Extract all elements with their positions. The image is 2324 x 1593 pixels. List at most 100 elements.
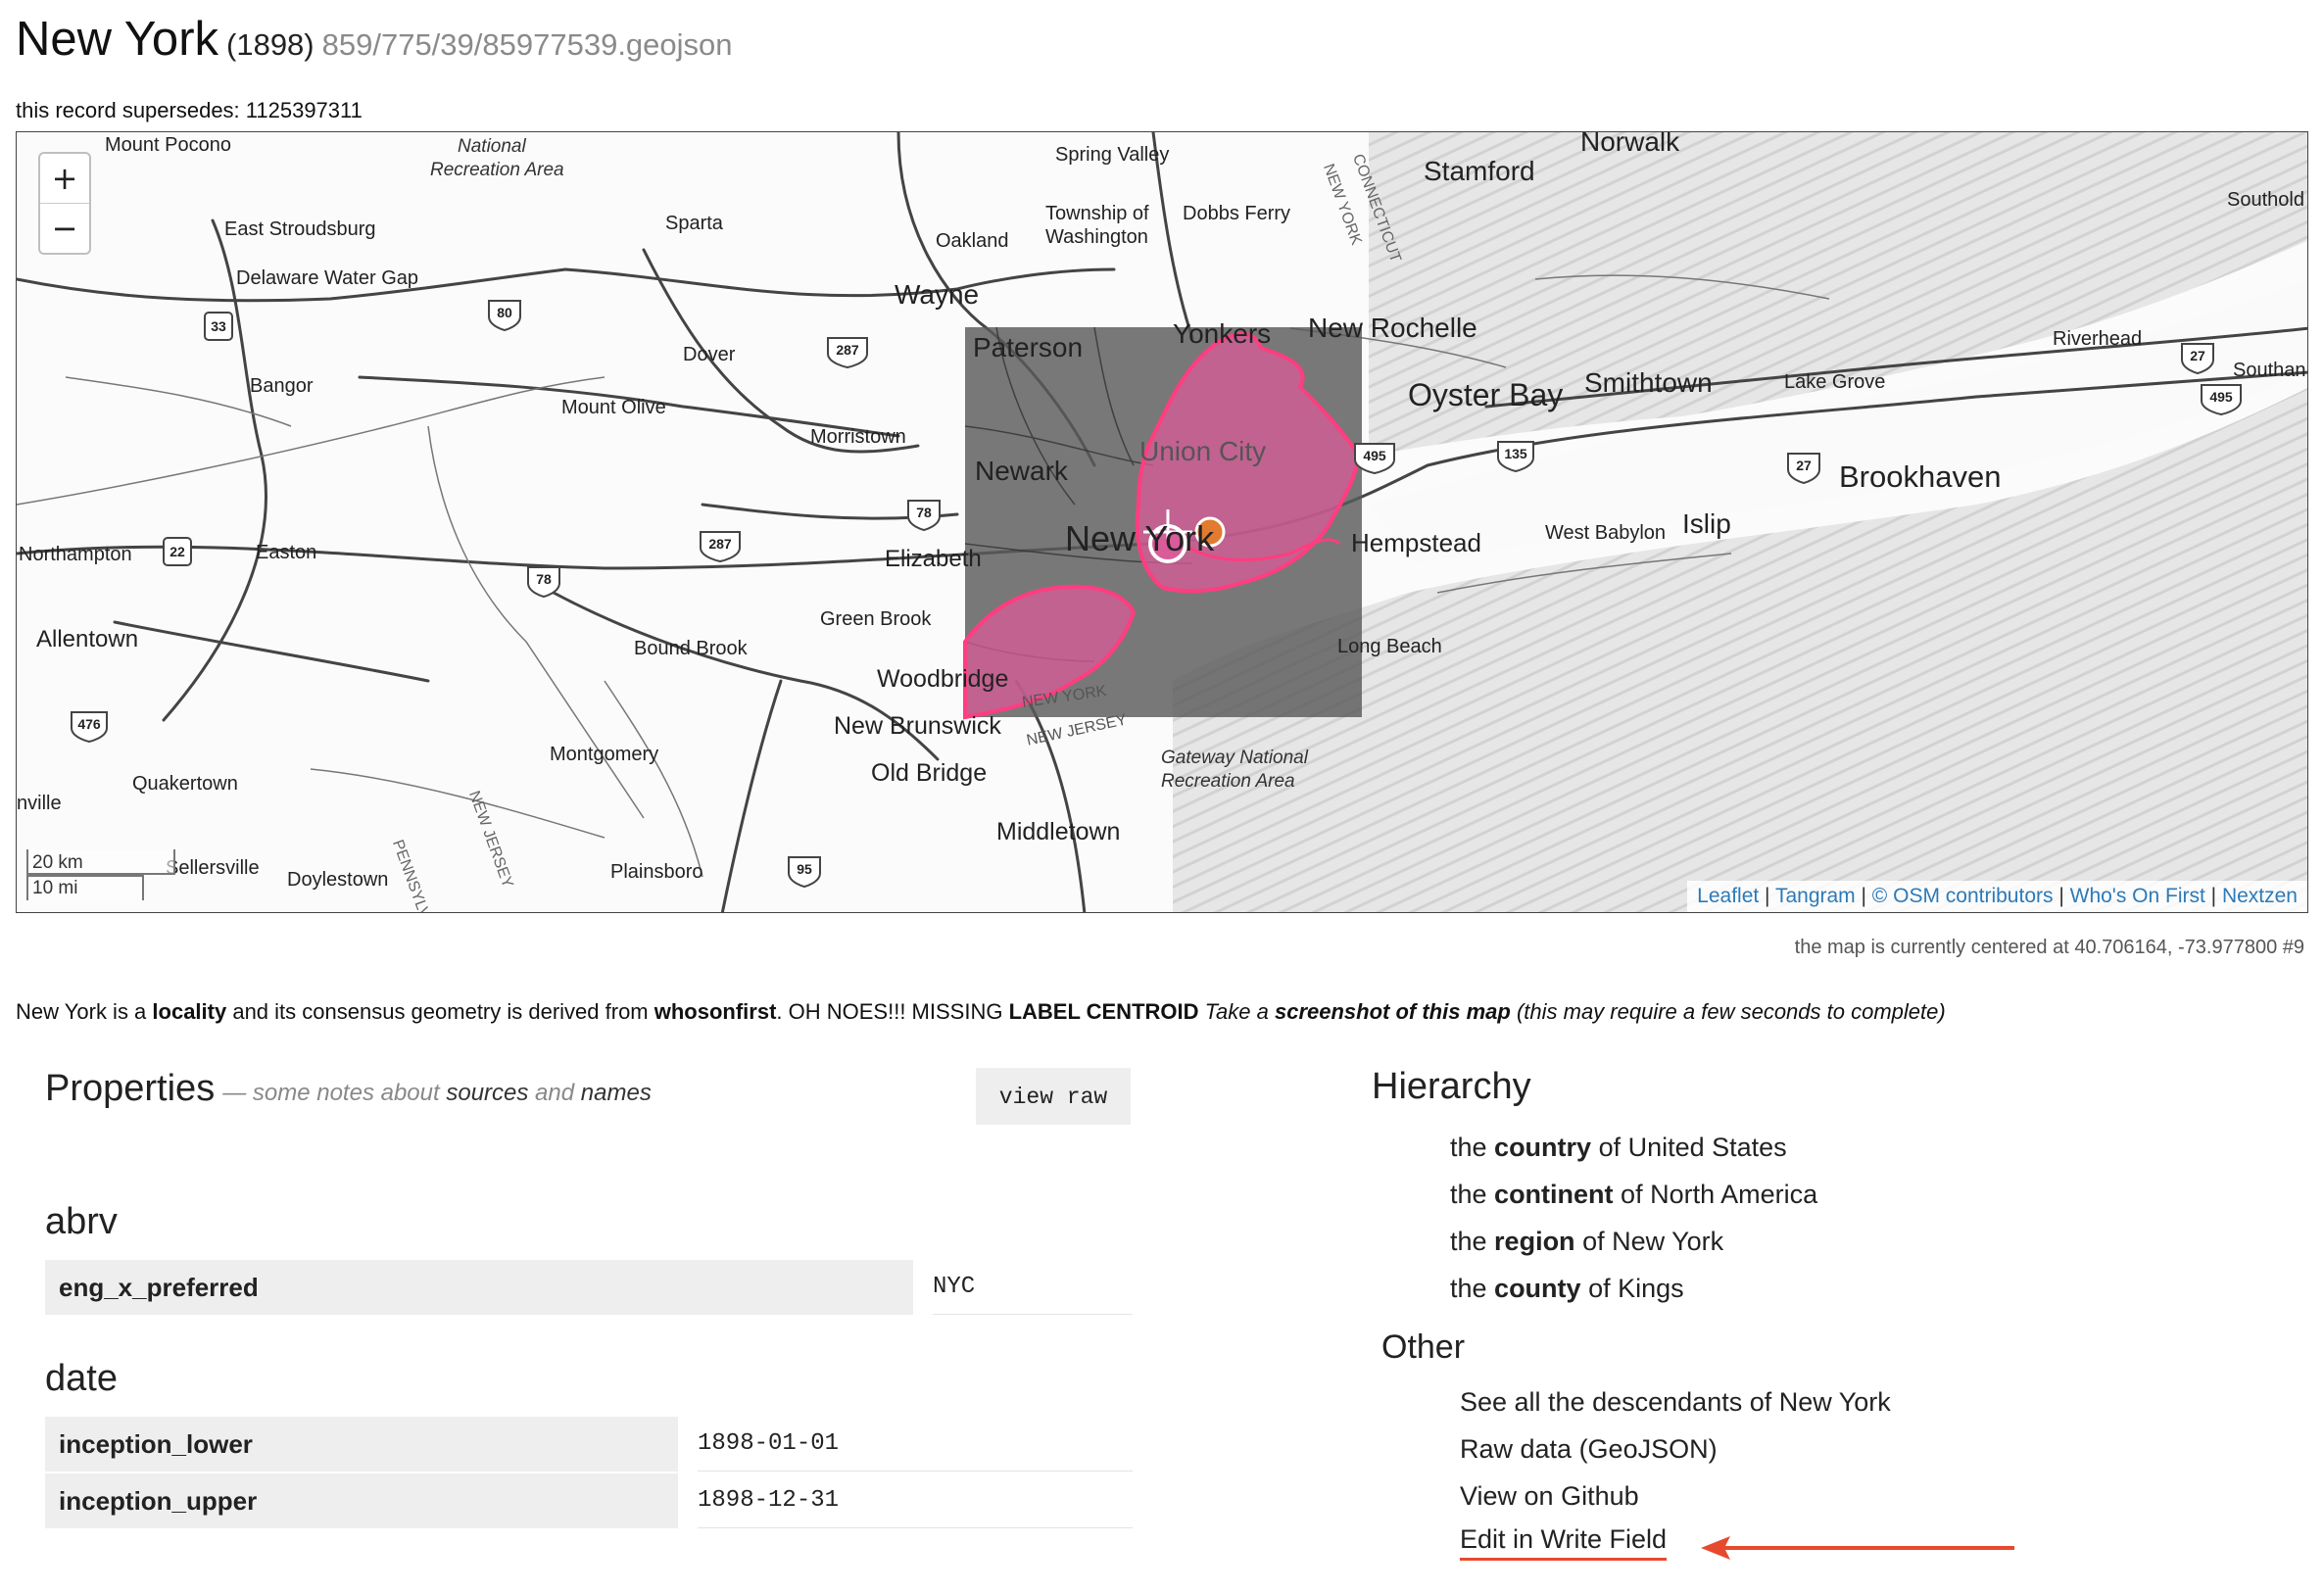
map-label: Plainsboro [610,861,703,883]
map-label: Recreation Area [1161,771,1295,792]
map-label: Gateway National [1161,748,1308,768]
leaflet-link[interactable]: Leaflet [1697,885,1759,907]
wof-link[interactable]: Who's On First [2070,885,2205,907]
map-label: Middletown [996,818,1121,845]
zoom-control: + − [38,152,91,255]
map-label: Riverhead [2053,328,2143,350]
map-label: Oakland [936,230,1009,252]
map-label: Delaware Water Gap [236,267,418,289]
record-summary: New York is a locality and its consensus… [16,999,1946,1025]
map-label: New Brunswick [834,712,1001,740]
hier-name[interactable]: Kings [1618,1274,1684,1303]
hier-name[interactable]: New York [1612,1227,1723,1256]
sources-link[interactable]: sources [446,1080,528,1106]
map-label: Doylestown [287,869,389,891]
map-label: East Stroudsburg [224,218,376,240]
names-link[interactable]: names [581,1080,652,1106]
map-label: Northampton [19,544,132,565]
hier-type: region [1494,1227,1575,1256]
screenshot-link[interactable]: screenshot of this map [1275,999,1511,1024]
map-label: Green Brook [820,608,932,630]
map-label: Easton [256,542,317,563]
map-label: Woodbridge [877,665,1009,693]
summary-text: and its consensus geometry is derived fr… [226,999,654,1024]
osm-link[interactable]: © OSM contributors [1872,885,2054,907]
map-label: Wayne [895,279,980,310]
map-label: Old Bridge [871,759,988,787]
map-label: Bangor [250,375,314,397]
zoom-out-button[interactable]: − [40,203,89,253]
record-year: (1898) [226,27,315,62]
hier-text: of [1574,1227,1613,1256]
property-row: inception_upper 1898-12-31 [45,1473,1133,1528]
hier-type: county [1494,1274,1581,1303]
tangram-link[interactable]: Tangram [1775,885,1856,907]
map-label: National [458,136,526,157]
hier-type: continent [1494,1180,1614,1209]
map-label: Montgomery [550,744,659,765]
map-label: Southold [2227,189,2304,211]
properties-note: — some notes about sources and names [222,1080,652,1106]
hier-type: country [1494,1133,1592,1162]
map-label: Hempstead [1351,528,1481,557]
zoom-in-button[interactable]: + [40,154,89,203]
property-row: inception_lower 1898-01-01 [45,1417,1133,1472]
hier-name[interactable]: North America [1650,1180,1817,1209]
scale-mi: 10 mi [26,875,144,900]
property-row: eng_x_preferred NYC [45,1260,1133,1315]
map-label: Dobbs Ferry [1183,203,1291,224]
properties-header: Properties — some notes about sources and… [45,1068,652,1110]
map-label: Islip [1682,508,1731,539]
map-label-new-york: New York [1065,518,1215,558]
nextzen-link[interactable]: Nextzen [2222,885,2298,907]
map-label: Elizabeth [885,546,982,572]
map-label: Recreation Area [430,160,564,180]
properties-title: Properties [45,1068,216,1109]
summary-text: (this may require a few seconds to compl… [1510,999,1946,1024]
raw-geojson-link[interactable]: Raw data (GeoJSON) [1460,1434,1718,1465]
hierarchy-title: Hierarchy [1372,1066,1531,1107]
property-value: 1898-01-01 [698,1417,1133,1472]
map-label: Bound Brook [634,638,748,659]
page-title-row: New York (1898) 859/775/39/85977539.geojso… [16,12,733,67]
map-label: New Rochelle [1308,313,1477,343]
descendants-link[interactable]: See all the descendants of New York [1460,1387,1891,1418]
section-heading-date: date [45,1358,118,1399]
summary-placetype: locality [152,999,227,1024]
map-scale: 20 km 10 mi [26,849,175,900]
hier-text: of [1580,1274,1619,1303]
geojson-path: 859/775/39/85977539.geojson [321,27,733,62]
property-key: inception_lower [45,1417,678,1472]
map-label: Sellersville [166,857,260,879]
note-text: — some notes about [222,1080,447,1106]
hierarchy-item[interactable]: the country of United States [1450,1133,1787,1163]
map-label: Mount Pocono [105,134,231,156]
map-label: Paterson [973,332,1084,362]
hier-text: of [1591,1133,1628,1162]
hierarchy-item[interactable]: the county of Kings [1450,1274,1684,1304]
hier-text: the [1450,1227,1495,1256]
supersedes-note: this record supersedes: 1125397311 [16,98,363,122]
map-center-readout: the map is currently centered at 40.7061… [1794,937,2304,958]
hier-text: the [1450,1133,1495,1162]
summary-source: whosonfirst [654,999,777,1024]
map-label: Mount Olive [561,397,666,418]
summary-text: . OH NOES!!! MISSING [776,999,1009,1024]
scale-km: 20 km [26,849,175,875]
annotation-arrow [1701,1536,2014,1560]
map-label: Long Beach [1337,636,1442,657]
map-label: Township of [1045,203,1149,224]
map-label: Oyster Bay [1408,377,1564,412]
github-link[interactable]: View on Github [1460,1481,1639,1512]
map-label: Allentown [36,626,139,652]
edit-write-field-link[interactable]: Edit in Write Field [1460,1524,1668,1561]
map-label: Stamford [1424,156,1535,186]
map-view[interactable]: Mount Pocono National Recreation Area Ea… [16,131,2308,913]
hier-name[interactable]: United States [1628,1133,1787,1162]
hier-text: of [1613,1180,1651,1209]
summary-missing: LABEL CENTROID [1008,999,1199,1024]
hierarchy-item[interactable]: the continent of North America [1450,1180,1817,1210]
view-raw-button[interactable]: view raw [976,1068,1131,1125]
hierarchy-item[interactable]: the region of New York [1450,1227,1723,1257]
other-title: Other [1381,1328,1466,1366]
